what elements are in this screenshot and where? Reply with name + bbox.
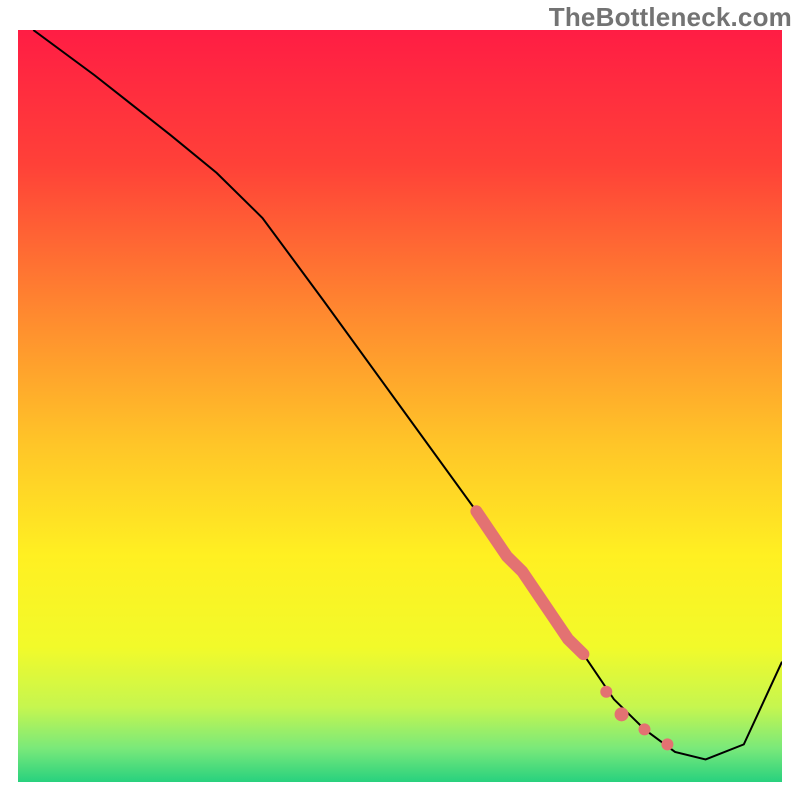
highlight-dot [615,707,629,721]
bottleneck-chart [0,0,800,800]
highlight-dot [600,686,612,698]
chart-container: TheBottleneck.com [0,0,800,800]
highlight-dot [661,738,673,750]
highlight-dot [638,723,650,735]
